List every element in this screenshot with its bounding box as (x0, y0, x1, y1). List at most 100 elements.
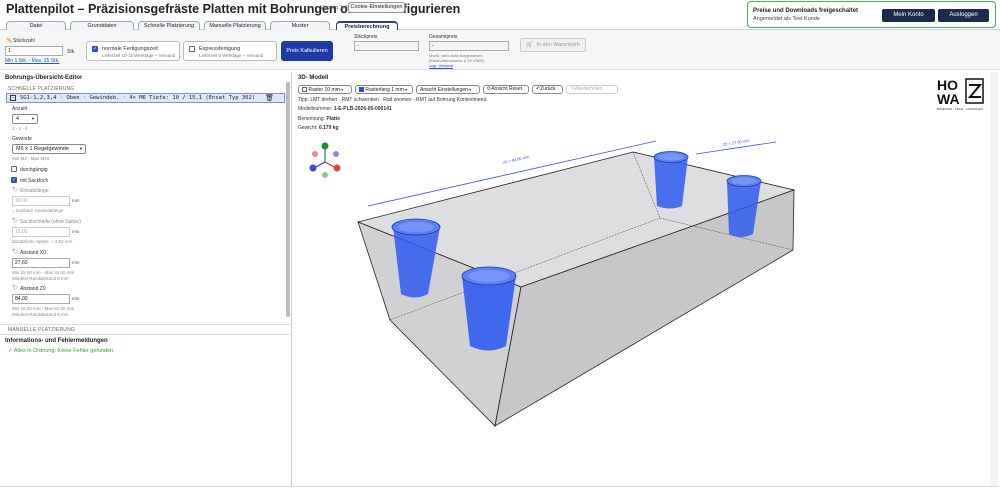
calc-price-button[interactable]: Preis Kalkulieren (281, 41, 333, 61)
chevron-down-icon: ▾ (405, 87, 408, 92)
tag-icon: 🏷 (12, 218, 19, 224)
selected-hole-row[interactable]: − SG1-1,2,3,4 · Oben · Gewindeb. · 4× M6… (6, 93, 285, 103)
snap-toggle[interactable]: Rasterfang 1 mm ▾ (355, 85, 413, 94)
qty-label: Stückzahl (13, 38, 35, 44)
grid-checkbox[interactable] (302, 87, 307, 93)
insert-length-input[interactable]: 10,00 (12, 196, 70, 206)
bottom-border (0, 486, 1000, 487)
hole-row-text: SG1-1,2,3,4 · Oben · Gewindeb. · 4× M6 T… (20, 95, 256, 101)
svg-text:BOHRUNG · TEILE · LÖSUNGEN: BOHRUNG · TEILE · LÖSUNGEN (937, 107, 983, 111)
insert-length-hint: = nutzbare Gewindelänge (12, 208, 64, 213)
view-settings-label: Ansicht Einstellungen (420, 87, 468, 93)
chevron-down-icon: ▼ (79, 146, 83, 151)
qty-range-link[interactable]: Min 1 Stk. - Max. 25 Stk. (5, 58, 59, 64)
view-settings-button[interactable]: Ansicht Einstellungen ▾ (416, 85, 480, 94)
model-weight: Gewicht: 0.179 kg (298, 125, 339, 131)
undo-label: Zurück (540, 86, 556, 92)
tab-preisberechnung[interactable]: Preisberechnung (336, 21, 398, 30)
page-scrollbar[interactable] (990, 72, 998, 486)
add-to-cart-button[interactable]: 🛒 In den Warenkorb (520, 38, 586, 52)
count-label: Anzahl (12, 106, 28, 112)
blind-label: mit Sackloch (20, 178, 49, 184)
tab-datei[interactable]: Datei (6, 21, 66, 30)
3d-viewport[interactable]: X0 = 84,00 mm Z0 = 27,60 mm (298, 134, 798, 434)
express-checkbox[interactable] (189, 46, 195, 52)
model-no-label: Modellnummer: (298, 106, 333, 112)
dim-label-right: Z0 = 27,60 mm (722, 138, 750, 147)
editor-scrollbar[interactable] (286, 82, 290, 317)
grid-label: Raster 10 mm (308, 87, 340, 93)
cart-label: In den Warenkorb (536, 42, 580, 48)
ruler-icon: 📏 (6, 38, 13, 44)
snap-checkbox[interactable] (359, 87, 364, 93)
divider (0, 334, 292, 335)
normal-label: normale Fertigungszeit (102, 46, 158, 52)
blind-checkbox[interactable] (11, 177, 17, 183)
count-select[interactable]: 4 ▼ (12, 114, 38, 124)
qty-input[interactable]: 1 (5, 46, 63, 56)
z0-hint2: Mindest-Randabstand 8 mm (12, 312, 69, 317)
viewer-tip: Tipp: LMT drehen · RMT schwenken · Rad z… (298, 97, 486, 103)
z0-input[interactable]: 84,00 (12, 294, 70, 304)
thread-select[interactable]: M6 x 1 Regelgewinde ▼ (12, 144, 86, 154)
svg-text:WA: WA (937, 91, 960, 107)
grid-toggle[interactable]: Raster 10 mm ▾ (298, 85, 352, 94)
editor-title: Bohrungs-Übersicht-Editor (5, 75, 83, 81)
logo-graphic: HO WA BOHRUNG · TEILE · LÖSUNGEN (937, 77, 984, 111)
tab-muster[interactable]: Muster (270, 21, 330, 30)
tab-grunddaten[interactable]: Grunddaten (70, 21, 134, 30)
thread-value: M6 x 1 Regelgewinde (16, 146, 69, 152)
unit-price-value: - (354, 41, 419, 51)
delete-icon[interactable]: 🗑 (265, 94, 274, 102)
model-name: Benennung: Platte (298, 116, 340, 122)
unit-price-label: Stückpreis (354, 34, 378, 40)
view-reset-button[interactable]: ⟳Ansicht Reset (483, 85, 529, 94)
undo-button[interactable]: ↶Zurück (532, 85, 563, 94)
name-value: Platte (326, 116, 340, 122)
notice-title: Preise und Downloads freigeschaltet (753, 8, 859, 14)
thread-hint: Min M3 - Max M20 (12, 156, 50, 161)
thread-label: Gewinde (12, 136, 32, 142)
blind-depth-hint: Zusätzliche Spitze: + 2,52 mm (12, 239, 73, 244)
tab-manuelle-platzierung[interactable]: Manuelle Platzierung (204, 21, 266, 30)
weight-label: Gewicht: (298, 125, 318, 131)
blind-depth-unit: mm (72, 229, 80, 234)
tab-schnelle-platzierung[interactable]: Schnelle Platzierung (138, 21, 200, 30)
tag-icon: 🏷 (12, 249, 19, 255)
axis-gizmo[interactable] (309, 142, 341, 179)
tag-icon: 🏷 (12, 187, 19, 193)
snap-label: Rasterfang 1 mm (365, 87, 404, 93)
z0-unit: mm (72, 296, 80, 301)
version-label: Version 1.0 (320, 5, 348, 11)
blind-depth-input[interactable]: 15,00 (12, 227, 70, 237)
express-sub: Lieferzeit 5 Werktage + Versand (199, 53, 264, 58)
price-toolbar: 📏 Stückzahl 1 Stk Min 1 Stk. - Max. 25 S… (0, 30, 1000, 70)
express-option[interactable]: Expressfertigung Lieferzeit 5 Werktage +… (183, 41, 277, 61)
viewer-title: 3D- Modell (298, 75, 329, 81)
cookie-settings-button[interactable]: Cookie-Einstellungen (348, 2, 405, 13)
count-hint: 1 - 2 - 4 (12, 126, 28, 131)
chevron-down-icon: ▾ (341, 87, 344, 92)
model-number: Modellnummer: 1-E-PLB-2026-05-000141 (298, 106, 392, 112)
tag-icon: 🏷 (12, 285, 19, 291)
dim-label-front: X0 = 84,00 mm (502, 154, 530, 165)
shipping-link[interactable]: zzgl. Versand (429, 63, 453, 68)
section-manual-header[interactable]: MANUELLE PLATZIERUNG (8, 327, 75, 333)
howa-logo: HO WA BOHRUNG · TEILE · LÖSUNGEN (936, 77, 986, 113)
model-no-value: 1-E-PLB-2026-05-000141 (333, 106, 392, 112)
tip-text: LMT drehen · RMT schwenken · Rad zoomen … (310, 97, 487, 103)
collapse-icon[interactable]: − (10, 95, 16, 101)
cart-icon: 🛒 (526, 42, 533, 48)
normal-option[interactable]: normale Fertigungszeit Lieferzeit 10-15 … (86, 41, 180, 61)
view-reset-label: Ansicht Reset (491, 86, 523, 92)
redo-label: Wiederholen (574, 86, 603, 92)
redo-button[interactable]: ↷Wiederholen (566, 85, 618, 94)
scrollbar-thumb[interactable] (286, 82, 290, 317)
normal-checkbox[interactable] (92, 46, 98, 52)
through-checkbox[interactable] (11, 166, 17, 172)
blind-depth-label: Sacklochtiefe (ohne Spitze) (20, 219, 81, 225)
section-fast-header[interactable]: SCHNELLE PLATZIERUNG (8, 86, 74, 92)
divider (0, 324, 292, 325)
x0-hint1: Min 15,00 mm - Max 34,00 mm (12, 270, 75, 275)
x0-input[interactable]: 27,60 (12, 258, 70, 268)
